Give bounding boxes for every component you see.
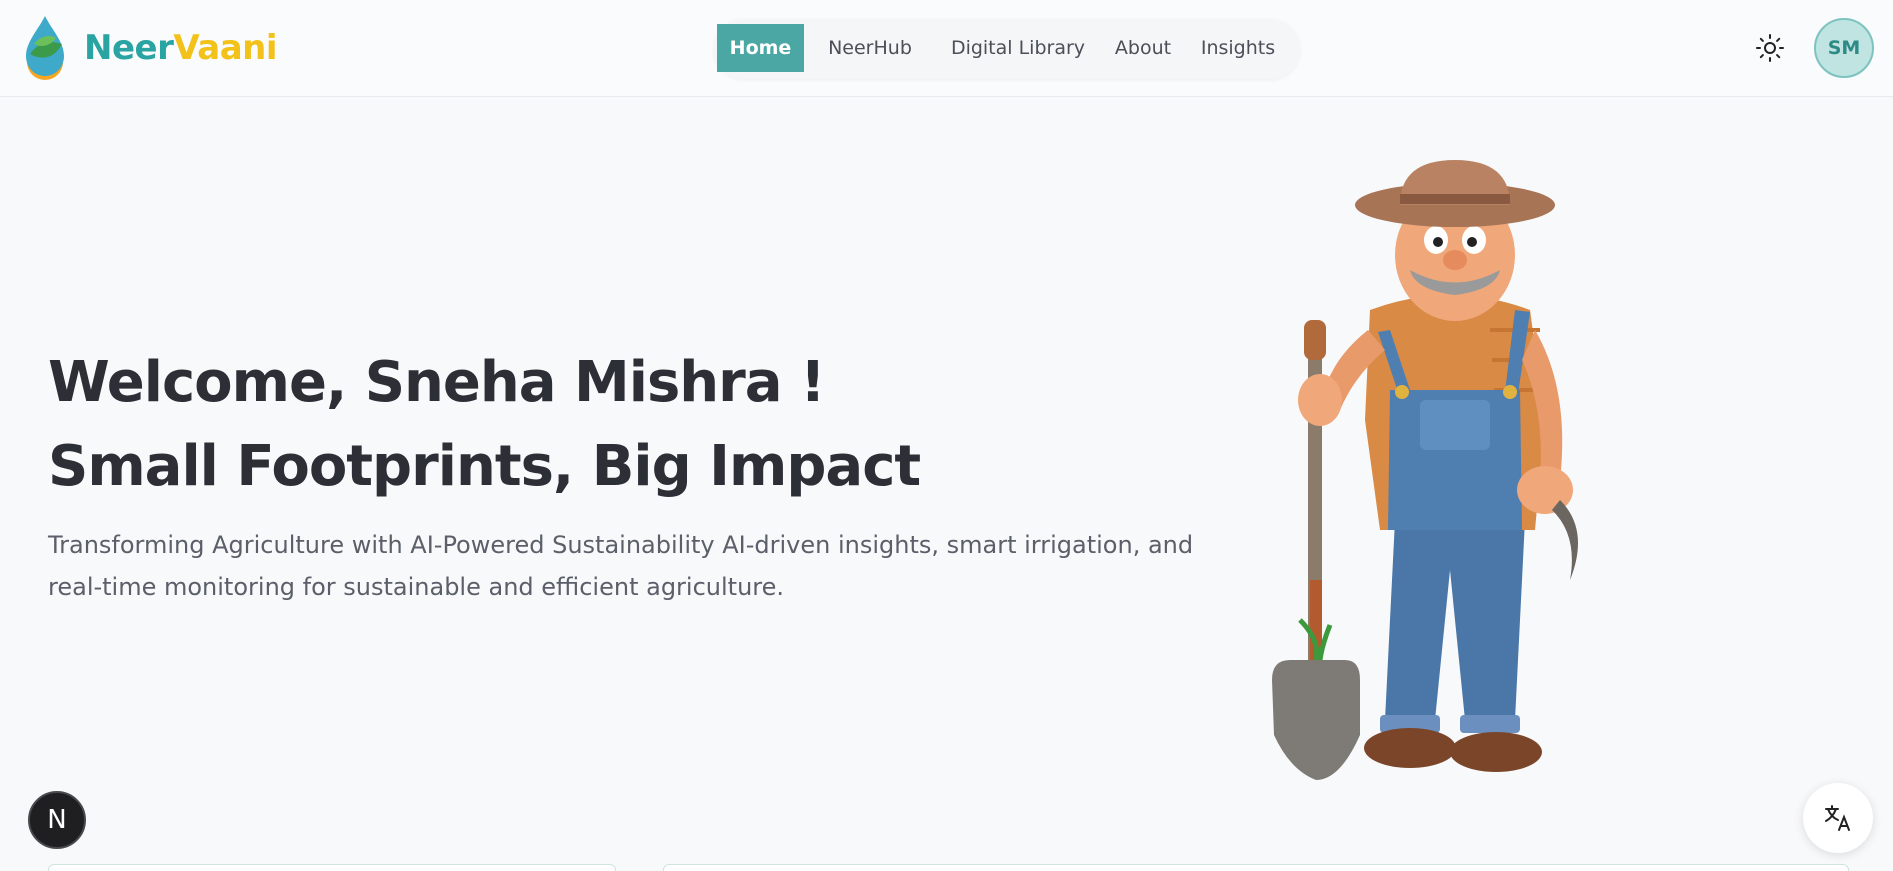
next-dev-badge[interactable]: N xyxy=(28,791,86,849)
translate-button[interactable] xyxy=(1803,783,1873,853)
tagline-heading: Small Footprints, Big Impact xyxy=(48,434,921,499)
sun-icon[interactable] xyxy=(1755,33,1785,63)
info-card-right xyxy=(663,864,1849,871)
info-card-left xyxy=(48,864,616,871)
nav-neerhub[interactable]: NeerHub xyxy=(814,24,926,72)
brand-logo[interactable]: NeerVaani xyxy=(20,14,278,82)
hero-description: Transforming Agriculture with AI-Powered… xyxy=(48,531,1194,601)
brand-name-vaani: Vaani xyxy=(173,28,278,68)
nav-home[interactable]: Home xyxy=(717,24,804,72)
nav-about[interactable]: About xyxy=(1108,24,1178,72)
nav-insights[interactable]: Insights xyxy=(1190,24,1286,72)
brand-name: NeerVaani xyxy=(84,28,278,68)
main-nav: Home NeerHub Digital Library About Insig… xyxy=(714,19,1300,79)
user-avatar[interactable]: SM xyxy=(1814,18,1874,78)
brand-name-neer: Neer xyxy=(84,28,174,68)
farmer-illustration xyxy=(1272,160,1578,780)
top-header: NeerVaani Home NeerHub Digital Library A… xyxy=(0,0,1893,97)
translate-icon xyxy=(1825,805,1850,831)
welcome-heading: Welcome, Sneha Mishra ! xyxy=(48,350,826,415)
nav-digital-library[interactable]: Digital Library xyxy=(938,24,1098,72)
logo-drop-icon xyxy=(26,16,64,80)
